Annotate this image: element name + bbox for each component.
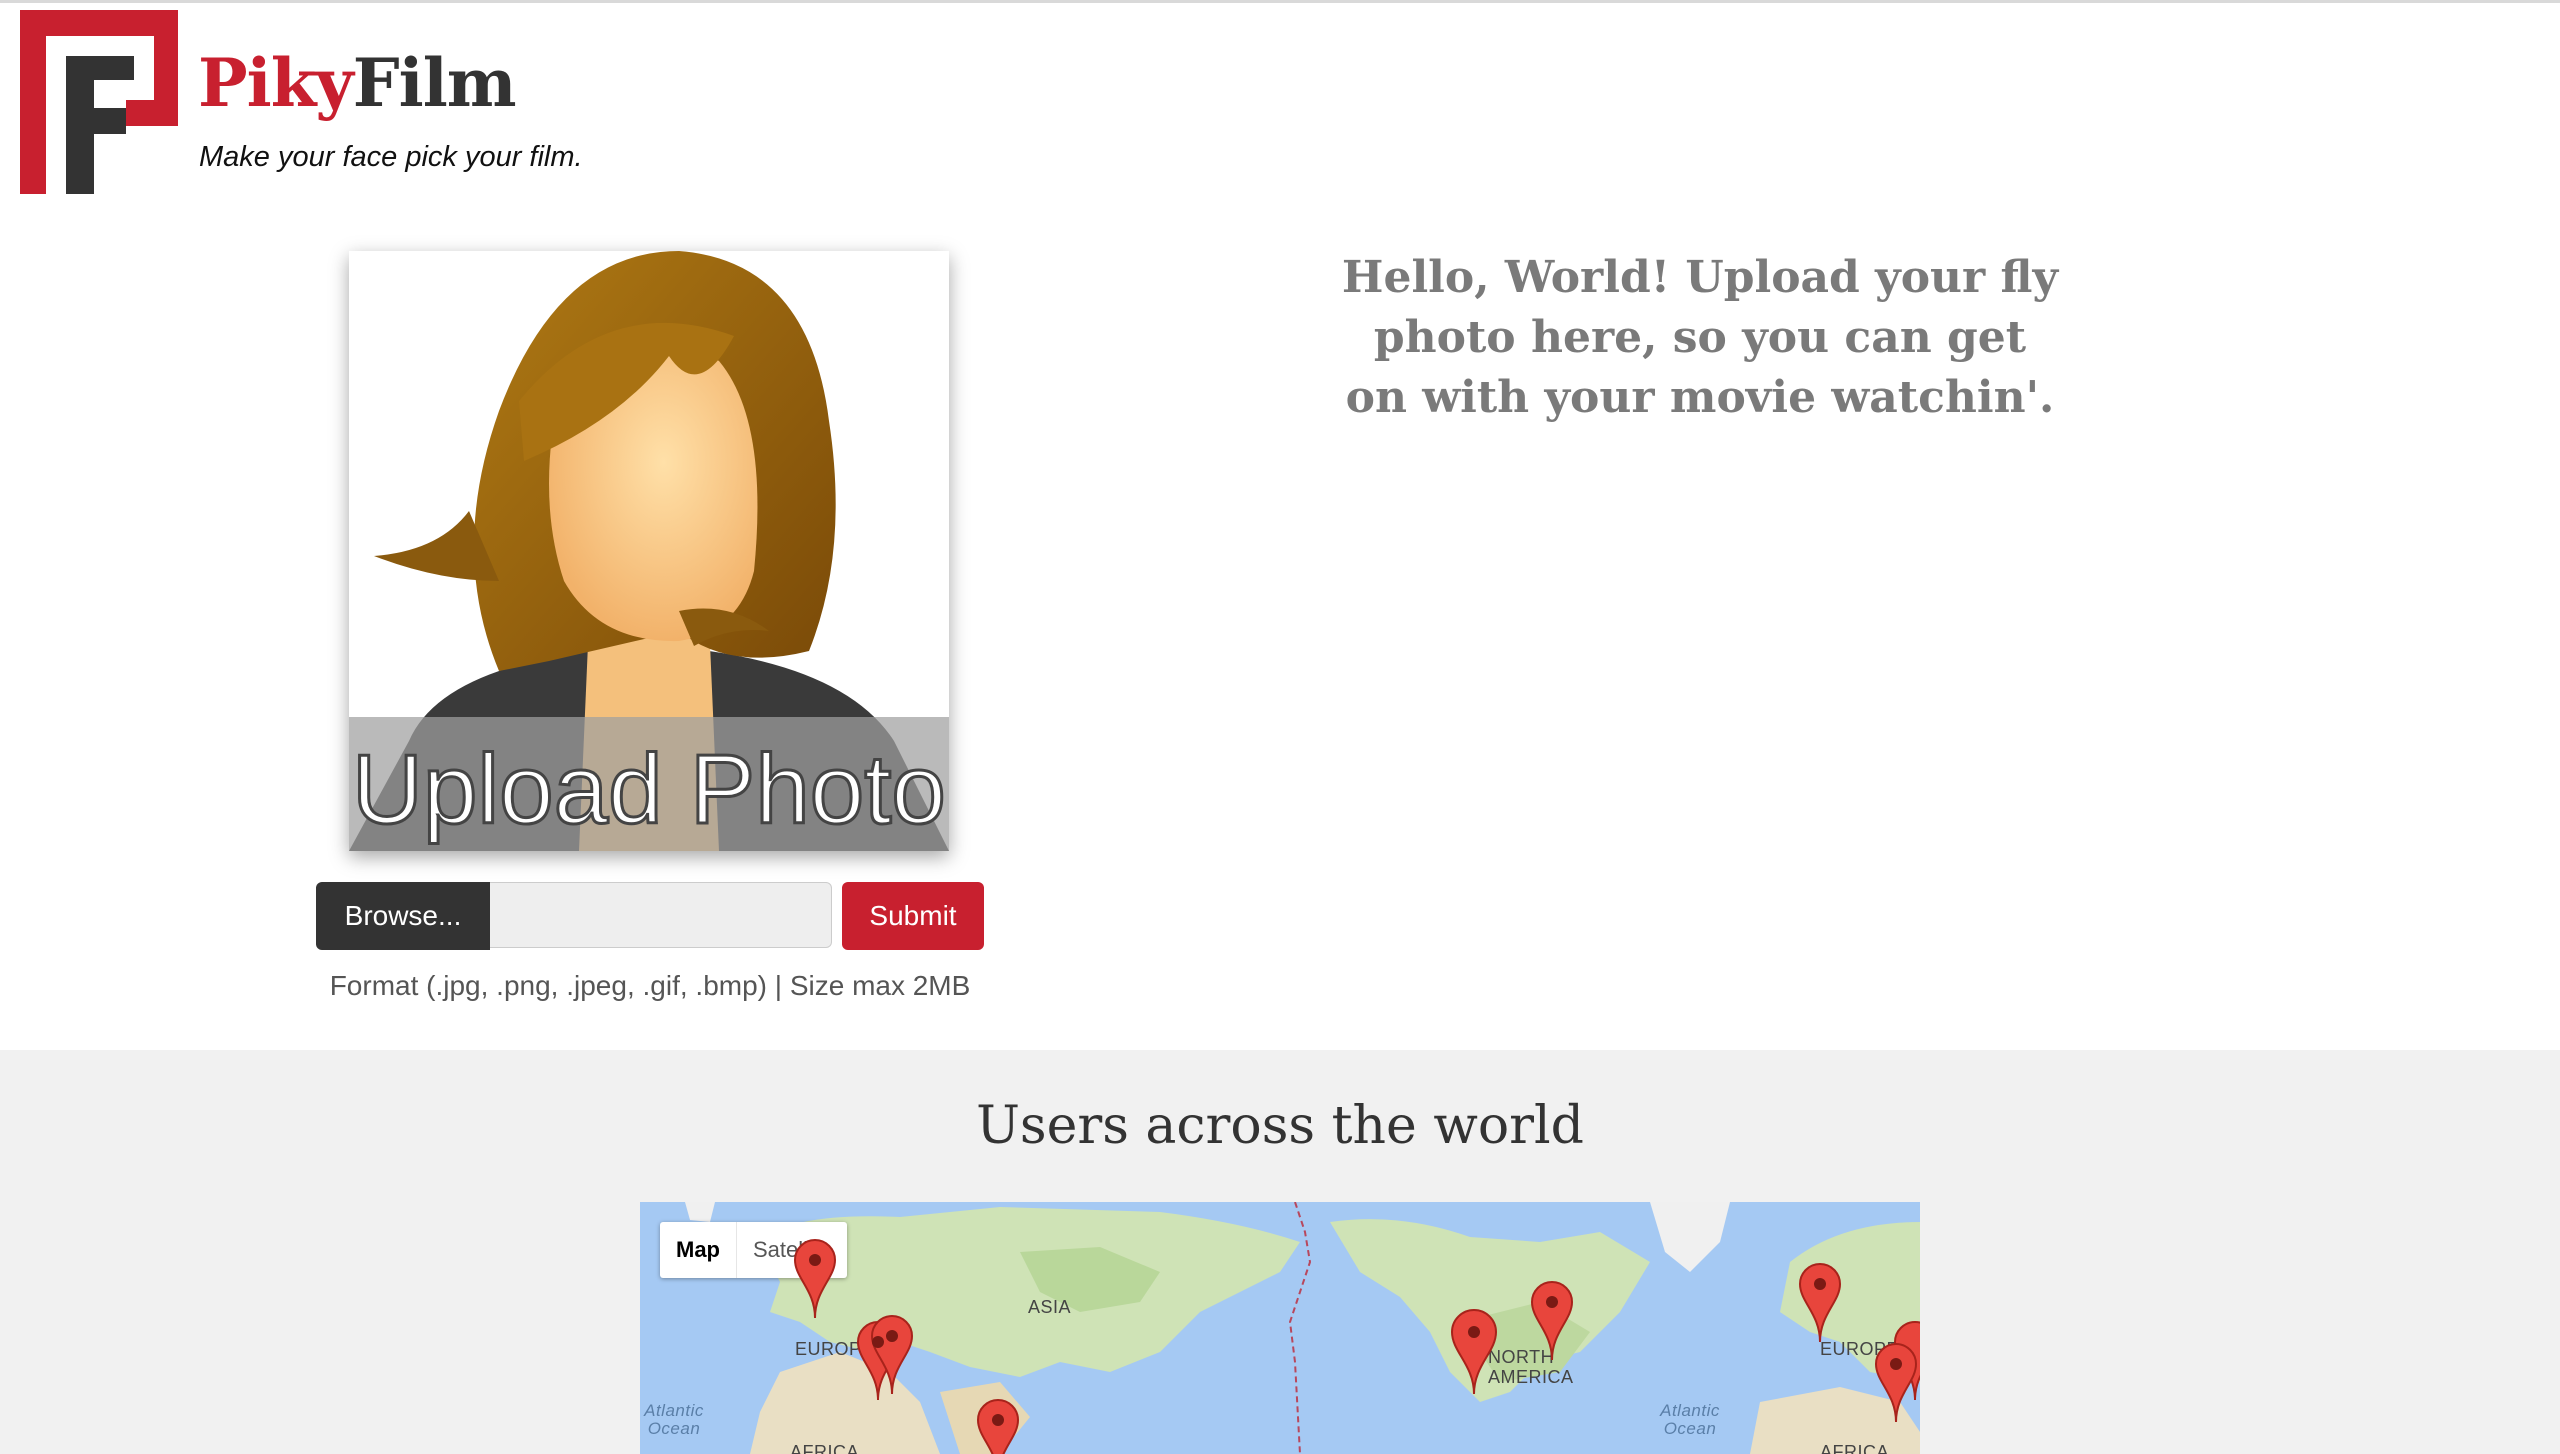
brand-name-part2: Film [352, 44, 517, 122]
map-label-atlantic-right: Atlantic Ocean [1660, 1401, 1720, 1438]
tagline: Make your face pick your film. [199, 141, 583, 173]
intro-message: Hello, World! Upload your fly photo here… [1341, 252, 2059, 423]
map-label-atlantic-left: Atlantic Ocean [644, 1401, 704, 1438]
browse-button[interactable]: Browse... [316, 882, 490, 950]
map-label-europe-right: EUROPE [1820, 1339, 1900, 1359]
avatar-placeholder-icon: Upload Photo [349, 251, 949, 851]
users-world-map[interactable]: Map Satellite ASIA EUROPE NORTH AMERICA … [640, 1202, 1920, 1454]
format-size-note: Format (.jpg, .png, .jpeg, .gif, .bmp) |… [329, 970, 971, 1001]
brand-name[interactable]: PikyFilm [198, 38, 517, 128]
top-border [0, 0, 2560, 3]
map-label-africa-right: AFRICA [1820, 1442, 1890, 1454]
file-path-field[interactable] [490, 882, 832, 948]
pikyfilm-logo-icon[interactable] [18, 8, 182, 196]
submit-button[interactable]: Submit [842, 882, 984, 950]
map-type-satellite-button[interactable]: Satellite [737, 1222, 847, 1278]
map-label-asia: ASIA [1028, 1297, 1072, 1317]
map-type-control: Map Satellite [660, 1222, 848, 1278]
upload-photo-overlay-text: Upload Photo [352, 734, 946, 844]
map-label-north-america: NORTH AMERICA [1488, 1347, 1574, 1387]
users-map-title: Users across the world [976, 1096, 1584, 1156]
upload-photo-preview[interactable]: Upload Photo [349, 251, 949, 851]
map-label-europe-left: EUROPE [795, 1339, 875, 1359]
map-type-map-button[interactable]: Map [660, 1222, 737, 1278]
brand-name-part1: Piky [198, 44, 354, 122]
map-label-africa-left: AFRICA [790, 1442, 860, 1454]
